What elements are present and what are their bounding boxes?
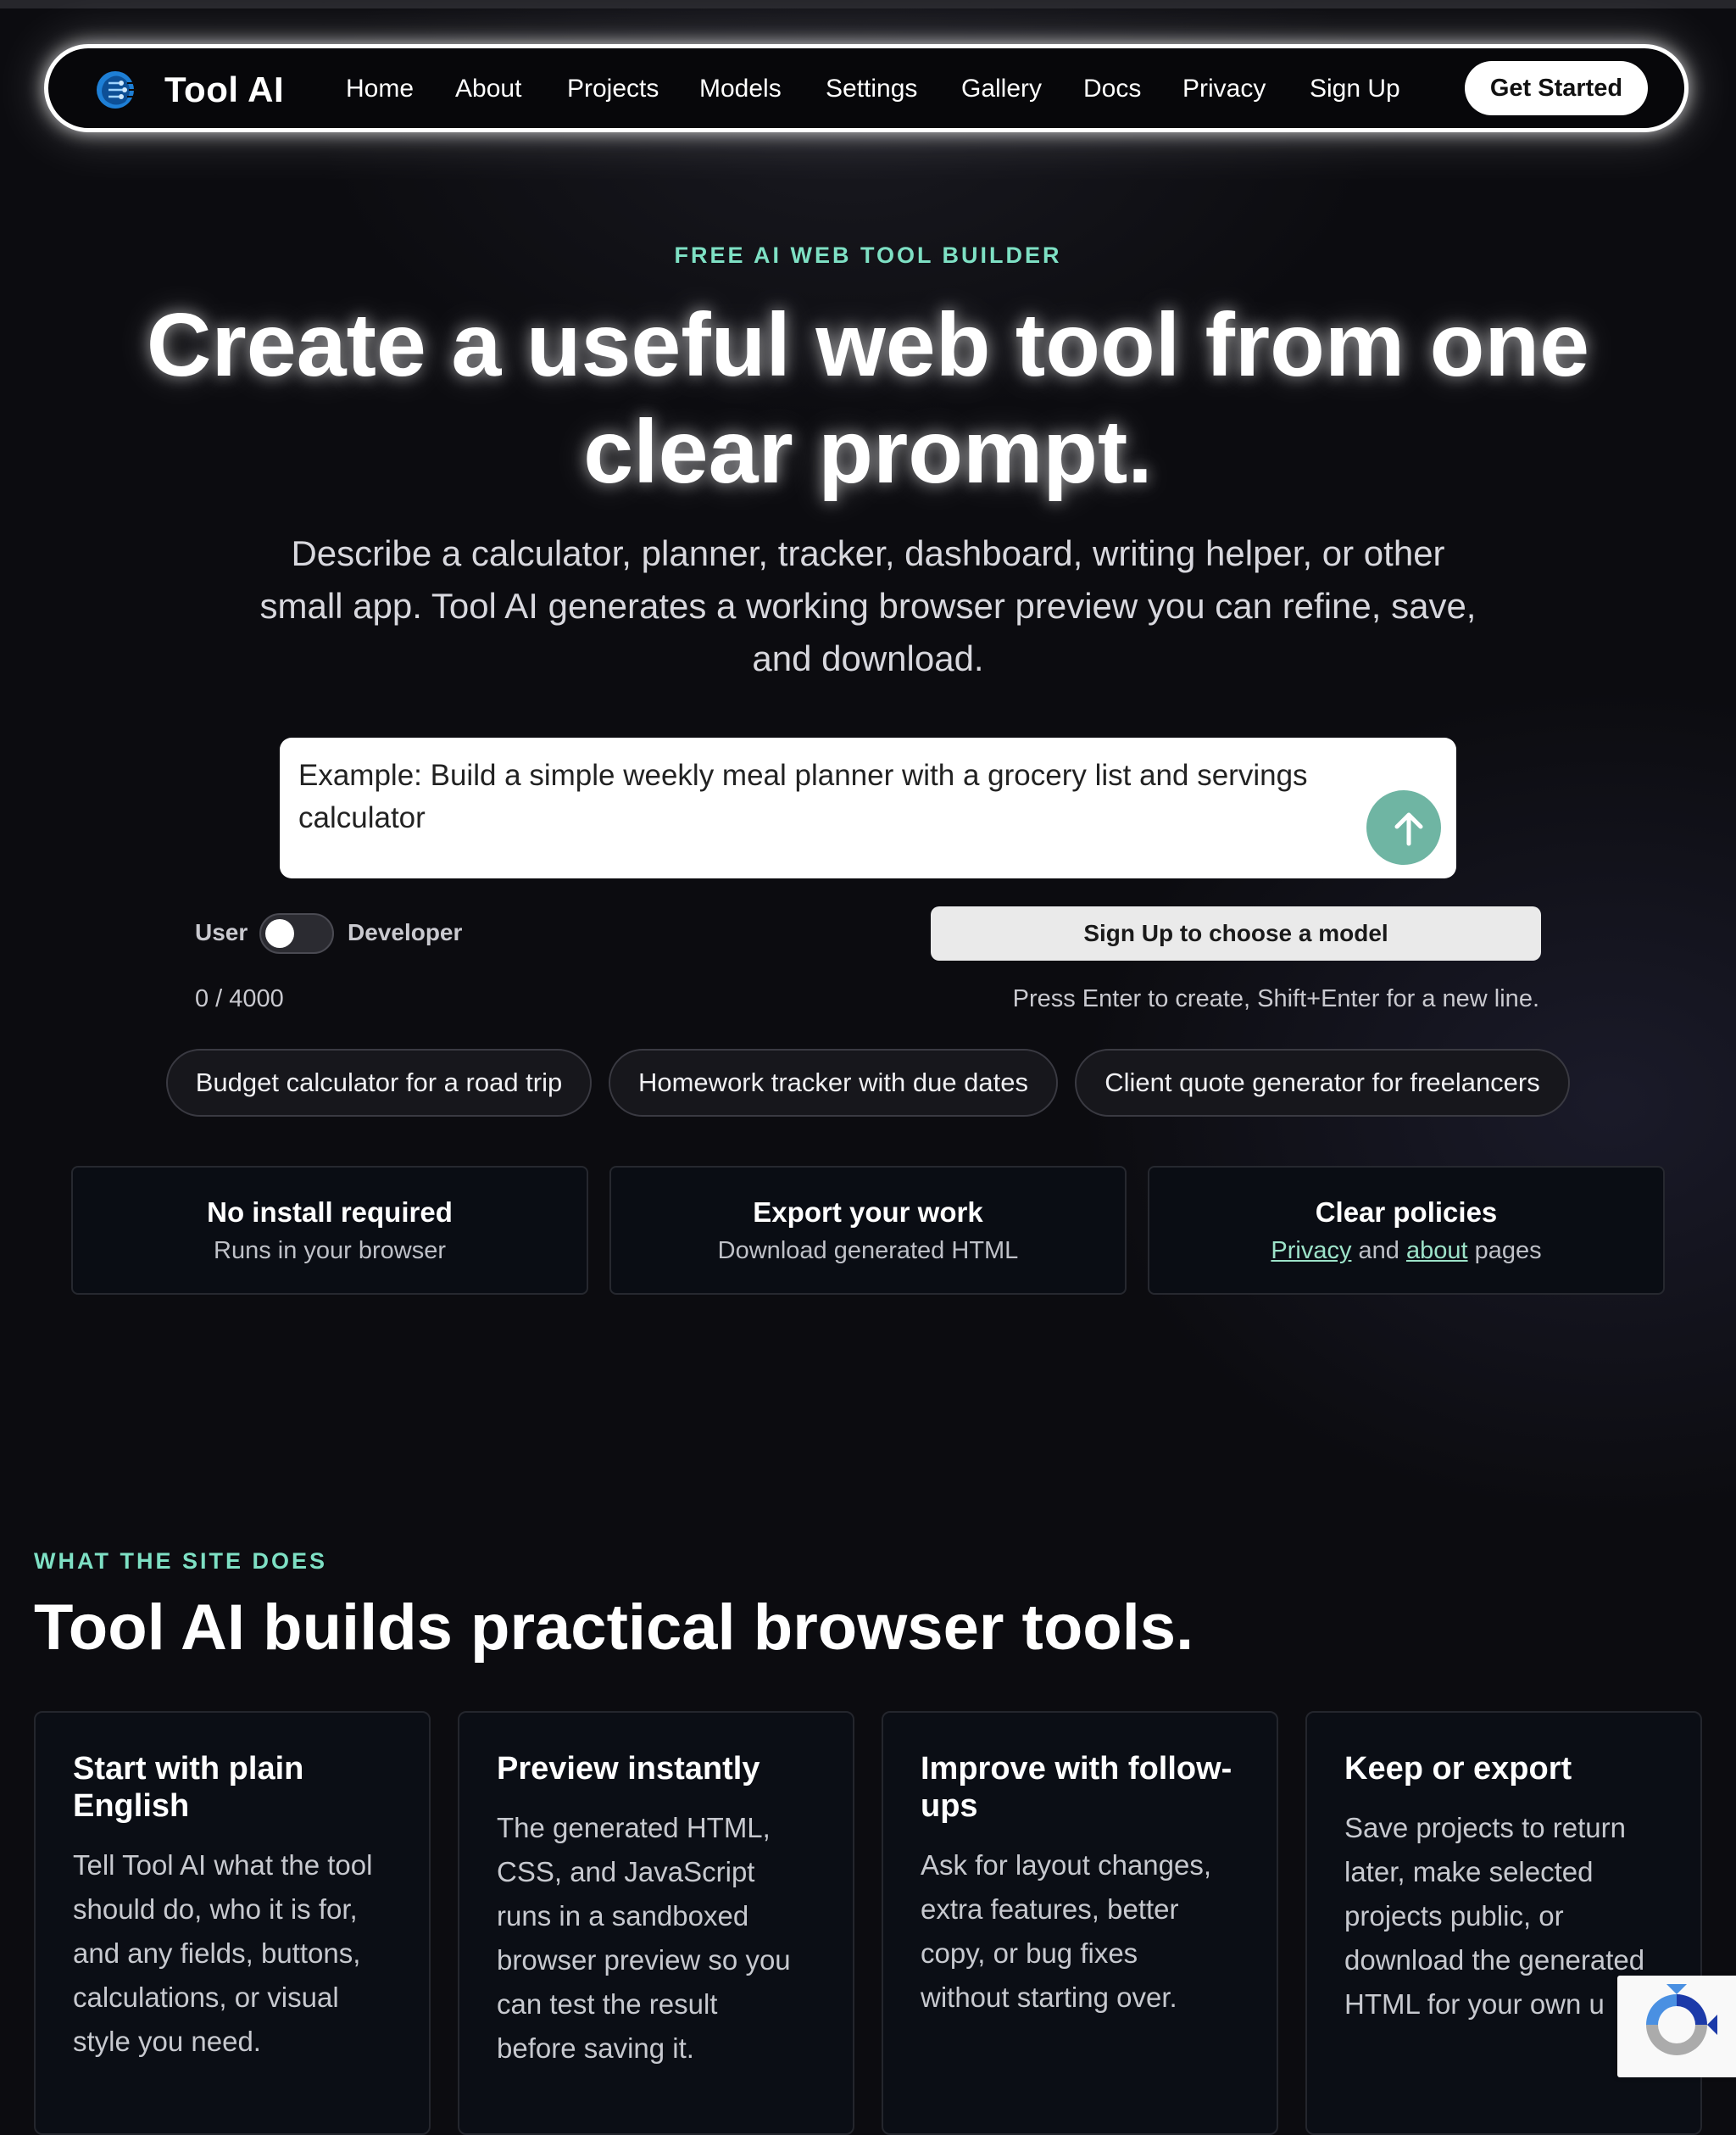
nav-link-sign-up[interactable]: Sign Up <box>1310 75 1400 103</box>
hero-subtitle-line1: Describe a calculator, planner, tracker,… <box>291 533 1445 573</box>
arrow-up-icon <box>1394 812 1423 846</box>
nav-link-models[interactable]: Models <box>699 75 782 103</box>
card-title-line: Start with plain <box>73 1751 304 1787</box>
nav-link-privacy[interactable]: Privacy <box>1182 75 1266 103</box>
card-body: The generated HTML, CSS, and JavaScript … <box>497 1806 821 2071</box>
card-body-line: calculations, or visual <box>73 1982 339 2013</box>
example-chip-road-trip[interactable]: Budget calculator for a road trip <box>166 1049 592 1117</box>
feature-clear-policies: Clear policies Privacy and about pages <box>1148 1166 1665 1295</box>
card-body-line: browser preview so you <box>497 1944 791 1976</box>
card-improve-follow-ups: Improve with follow- ups Ask for layout … <box>882 1711 1278 2135</box>
hero-subtitle-line2: small app. Tool AI generates a working b… <box>259 586 1477 626</box>
hero-title-line1: Create a useful web tool from one <box>146 295 1590 395</box>
feature-subtitle: Runs in your browser <box>214 1237 446 1264</box>
feature-title: Export your work <box>753 1196 983 1228</box>
section-eyebrow: WHAT THE SITE DOES <box>34 1548 328 1574</box>
privacy-link[interactable]: Privacy <box>1271 1237 1351 1264</box>
card-body-line: The generated HTML, <box>497 1812 771 1843</box>
card-body-line: copy, or bug fixes <box>921 1937 1138 1969</box>
example-chip-homework[interactable]: Homework tracker with due dates <box>609 1049 1058 1117</box>
browser-top-band <box>0 0 1736 8</box>
mode-user-label: User <box>195 919 248 945</box>
card-title: Improve with follow- ups <box>921 1750 1243 1825</box>
mode-developer-label: Developer <box>348 919 463 945</box>
hero-subtitle-line3: and download. <box>752 638 984 678</box>
card-start-plain-english: Start with plain English Tell Tool AI wh… <box>34 1711 431 2135</box>
feature-no-install: No install required Runs in your browser <box>71 1166 588 1295</box>
card-body-line: projects public, or <box>1344 1900 1564 1932</box>
prompt-placeholder: Example: Build a simple weekly meal plan… <box>298 759 1308 834</box>
card-body-line: and any fields, buttons, <box>73 1937 361 1969</box>
nav-link-settings[interactable]: Settings <box>826 75 917 103</box>
card-body-line: Ask for layout changes, <box>921 1849 1212 1881</box>
card-body-line: without starting over. <box>921 1982 1177 2013</box>
card-body-line: CSS, and JavaScript <box>497 1856 755 1887</box>
card-body-line: later, make selected <box>1344 1856 1594 1887</box>
card-body-line: Save projects to return <box>1344 1812 1626 1843</box>
nav-link-home[interactable]: Home <box>346 75 414 103</box>
nav-link-gallery[interactable]: Gallery <box>961 75 1042 103</box>
hero-subtitle: Describe a calculator, planner, tracker,… <box>220 527 1516 685</box>
hero-title: Create a useful web tool from one clear … <box>85 292 1651 505</box>
hero-eyebrow: FREE AI WEB TOOL BUILDER <box>674 242 1062 268</box>
card-body-line: style you need. <box>73 2026 261 2057</box>
card-title-line: English <box>73 1788 190 1824</box>
card-body: Ask for layout changes, extra features, … <box>921 1843 1244 2020</box>
send-button[interactable] <box>1366 790 1441 865</box>
get-started-button[interactable]: Get Started <box>1465 61 1648 115</box>
feature-title: No install required <box>207 1196 453 1228</box>
card-title-line: ups <box>921 1788 978 1824</box>
developer-mode-toggle[interactable] <box>259 913 334 954</box>
about-link[interactable]: about <box>1406 1237 1468 1264</box>
card-body-line: can test the result <box>497 1988 718 2020</box>
brain-circuit-icon <box>97 71 137 109</box>
card-body-line: before saving it. <box>497 2032 694 2064</box>
keyboard-hint: Press Enter to create, Shift+Enter for a… <box>1012 985 1539 1012</box>
choose-model-button[interactable]: Sign Up to choose a model <box>931 906 1541 961</box>
brand-name[interactable]: Tool AI <box>164 70 284 110</box>
nav-link-docs[interactable]: Docs <box>1083 75 1141 103</box>
feature-subtitle: Privacy and about pages <box>1149 1237 1663 1265</box>
card-body: Tell Tool AI what the tool should do, wh… <box>73 1843 397 2064</box>
feature-and-text: and <box>1358 1237 1399 1264</box>
card-preview-instantly: Preview instantly The generated HTML, CS… <box>458 1711 854 2135</box>
card-title-line: Keep or export <box>1344 1751 1572 1787</box>
hero-title-line2: clear prompt. <box>583 402 1153 502</box>
card-body-line: download the generated <box>1344 1944 1645 1976</box>
card-title: Preview instantly <box>497 1750 819 1787</box>
card-title: Keep or export <box>1344 1750 1666 1787</box>
card-title-line: Improve with follow- <box>921 1751 1232 1787</box>
nav-link-about[interactable]: About <box>455 75 521 103</box>
nav-link-projects[interactable]: Projects <box>567 75 659 103</box>
top-navbar: Tool AI Home About Projects Models Setti… <box>44 44 1689 132</box>
example-chip-quote[interactable]: Client quote generator for freelancers <box>1075 1049 1570 1117</box>
card-body-line: runs in a sandboxed <box>497 1900 749 1932</box>
card-body-line: should do, who it is for, <box>73 1893 358 1925</box>
recaptcha-icon <box>1646 1984 1717 2055</box>
prompt-input[interactable]: Example: Build a simple weekly meal plan… <box>280 738 1456 878</box>
card-body-line: Tell Tool AI what the tool <box>73 1849 373 1881</box>
feature-pages-text: pages <box>1474 1237 1542 1264</box>
character-counter: 0 / 4000 <box>195 985 284 1012</box>
card-body-line: HTML for your own u <box>1344 1988 1605 2020</box>
card-body-line: extra features, better <box>921 1893 1179 1925</box>
feature-subtitle: Download generated HTML <box>717 1237 1019 1264</box>
section-title: Tool AI builds practical browser tools. <box>34 1591 1194 1664</box>
feature-export: Export your work Download generated HTML <box>609 1166 1127 1295</box>
feature-title: Clear policies <box>1315 1196 1498 1228</box>
toggle-knob <box>265 919 294 948</box>
recaptcha-badge[interactable] <box>1617 1976 1736 2077</box>
card-title: Start with plain English <box>73 1750 395 1825</box>
card-title-line: Preview instantly <box>497 1751 760 1787</box>
